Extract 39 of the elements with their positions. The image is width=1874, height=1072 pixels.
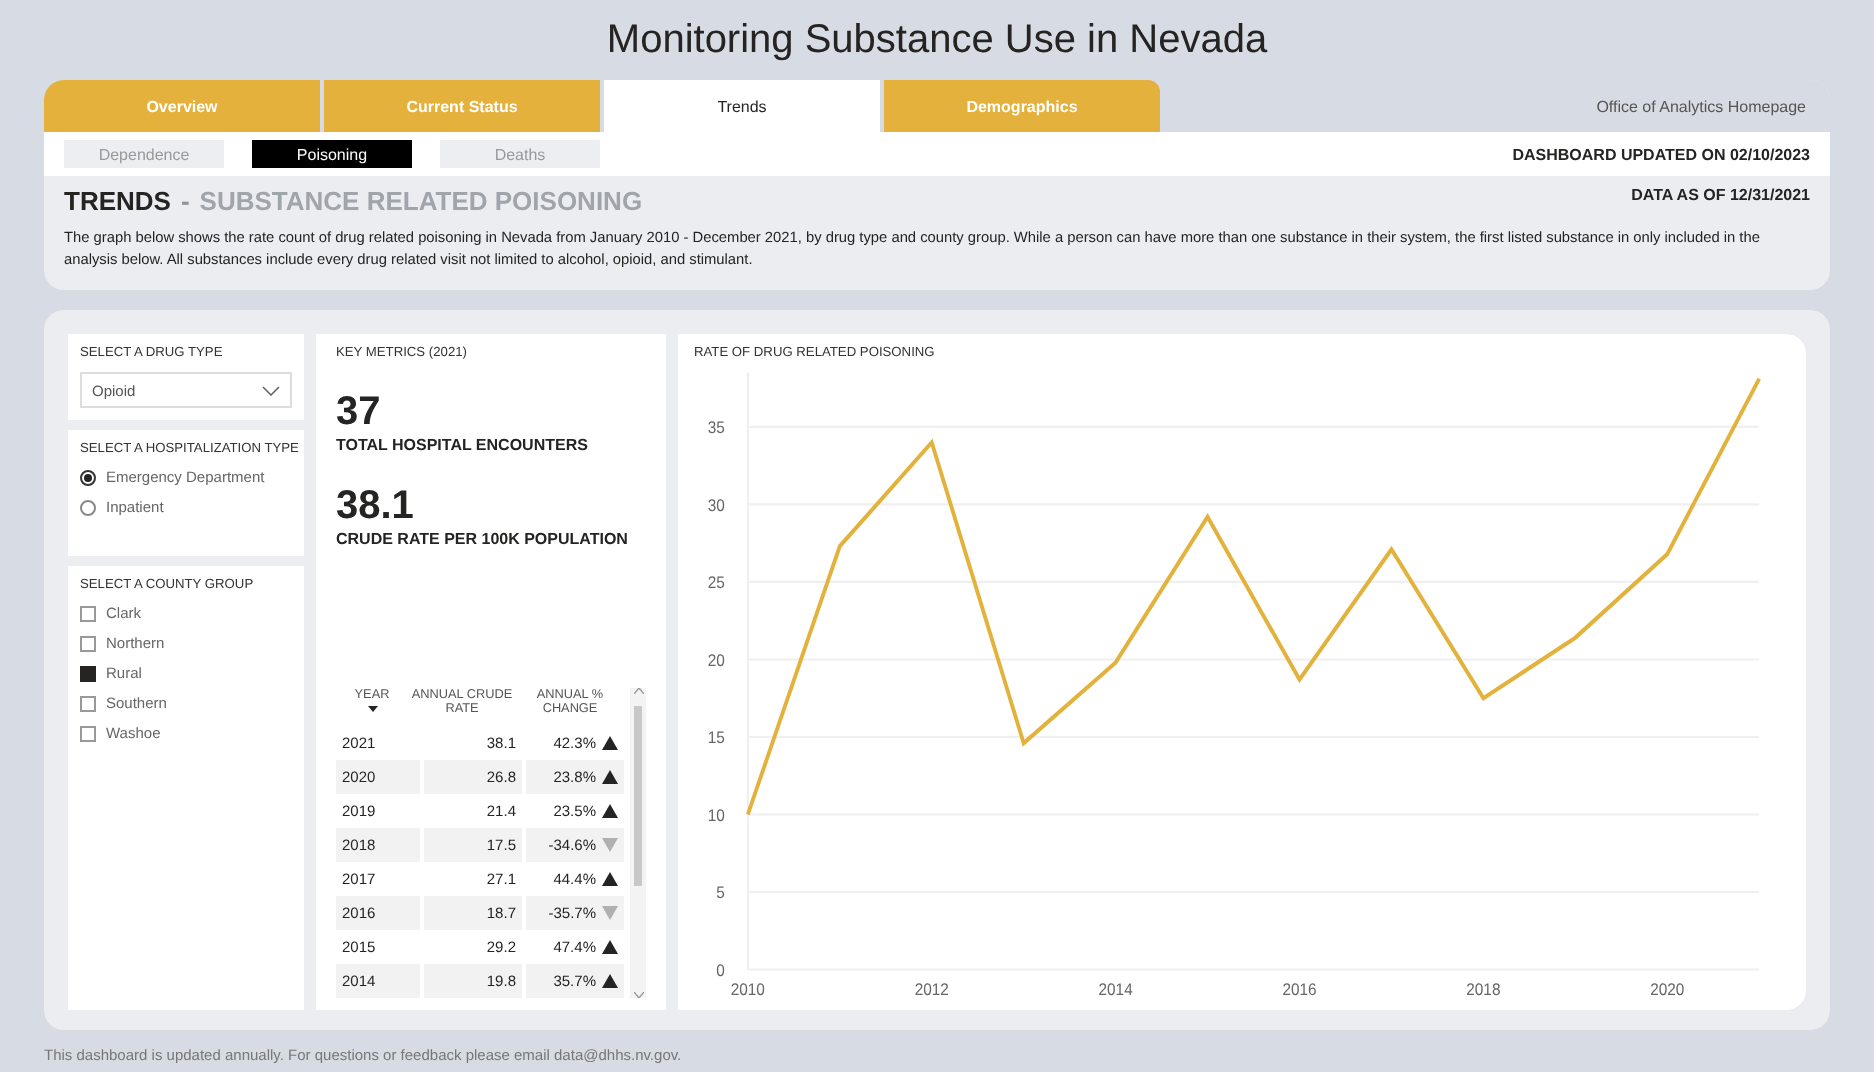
axis-label: 2014 — [1098, 981, 1133, 1000]
chevron-icon — [262, 385, 280, 396]
updated-date: DASHBOARD UPDATED ON 02/10/2023 — [1512, 145, 1810, 163]
axis-label: 25 — [707, 574, 725, 594]
axis-label: 30 — [707, 497, 725, 516]
metric-value: 37 — [336, 392, 383, 433]
axis-label: 10 — [707, 807, 725, 826]
page-heading: TRENDS — [64, 186, 171, 216]
checkbox[interactable] — [80, 605, 96, 622]
heading-separator: - — [180, 186, 190, 216]
axis-label: 2018 — [1466, 981, 1501, 1000]
metric-value: 38.1 — [336, 486, 416, 527]
axis-label: 35 — [707, 419, 725, 439]
page-subheading: SUBSTANCE RELATED POISONING — [199, 186, 643, 216]
checkbox[interactable] — [80, 665, 96, 682]
axis-label: 0 — [716, 962, 725, 981]
axis-label: 2016 — [1282, 981, 1317, 1000]
scroll-up-icon[interactable] — [633, 688, 643, 694]
checkbox[interactable] — [80, 695, 96, 712]
axis-label: 15 — [707, 729, 725, 749]
axis-label: 20 — [707, 652, 725, 671]
scroll-down-icon[interactable] — [633, 992, 643, 998]
axis-label: 5 — [716, 884, 725, 904]
radio-button[interactable] — [80, 469, 96, 486]
axis-label: 2012 — [914, 981, 949, 1000]
radio-button[interactable] — [80, 499, 96, 516]
metric-label: TOTAL HOSPITAL ENCOUNTERS — [336, 436, 590, 455]
nav-tab[interactable]: Trends — [604, 80, 880, 132]
homepage-link[interactable]: Office of Analytics Homepage — [1596, 97, 1830, 115]
sub-tab[interactable]: Poisoning — [252, 140, 412, 168]
axis-label: 2010 — [730, 981, 765, 1000]
metric-label: CRUDE RATE PER 100K POPULATION — [336, 530, 630, 549]
axis-label: 2020 — [1650, 981, 1685, 1000]
sort-icon[interactable] — [367, 706, 377, 712]
checkbox[interactable] — [80, 635, 96, 652]
dashboard-title: Monitoring Substance Use in Nevada — [604, 16, 1270, 66]
scrollbar[interactable] — [630, 688, 646, 998]
data-date: DATA AS OF 12/31/2021 — [1631, 186, 1810, 208]
checkbox[interactable] — [80, 725, 96, 742]
